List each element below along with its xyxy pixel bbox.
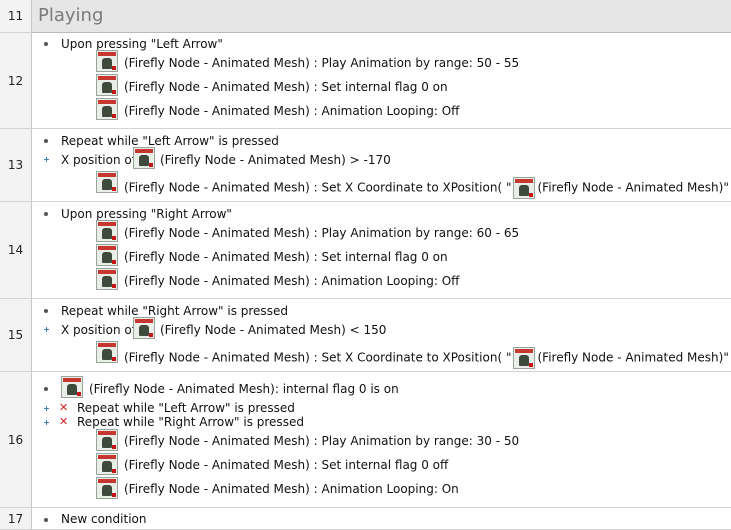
action-text[interactable]: (Firefly Node - Animated Mesh) : Animati… xyxy=(124,482,459,496)
negation-x-icon: ✕ xyxy=(59,415,69,428)
action-text[interactable]: (Firefly Node - Animated Mesh) : Set int… xyxy=(124,458,448,472)
condition-bullet xyxy=(44,518,48,522)
condition-text[interactable]: X position of xyxy=(61,323,136,337)
firefly-animated-mesh-icon xyxy=(96,171,118,193)
action-text[interactable]: (Firefly Node - Animated Mesh) : Set int… xyxy=(124,80,448,94)
row-number: 15 xyxy=(7,328,24,342)
action-text[interactable]: (Firefly Node - Animated Mesh) : Animati… xyxy=(124,274,459,288)
action-text[interactable]: (Firefly Node - Animated Mesh) : Set int… xyxy=(124,250,448,264)
row-number: 12 xyxy=(7,73,24,88)
firefly-animated-mesh-icon xyxy=(96,268,118,290)
condition-text[interactable]: (Firefly Node - Animated Mesh) > -170 xyxy=(160,153,391,167)
firefly-animated-mesh-icon xyxy=(96,477,118,499)
firefly-animated-mesh-icon xyxy=(96,74,118,96)
condition-bullet xyxy=(44,387,48,391)
row-number: 16 xyxy=(7,432,24,447)
condition-text[interactable]: Upon pressing "Right Arrow" xyxy=(61,207,232,221)
plus-marker-icon xyxy=(44,420,49,425)
plus-marker-icon xyxy=(44,327,49,332)
plus-marker-icon xyxy=(44,406,49,411)
action-text[interactable]: (Firefly Node - Animated Mesh) : Play An… xyxy=(124,434,519,448)
firefly-animated-mesh-icon xyxy=(513,177,536,199)
row-number-17: 17 xyxy=(0,508,32,530)
action-text[interactable]: (Firefly Node - Animated Mesh) : Play An… xyxy=(124,56,519,70)
row-number-12: 12 xyxy=(0,33,32,129)
firefly-animated-mesh-icon xyxy=(96,244,118,266)
firefly-animated-mesh-icon xyxy=(96,341,118,363)
condition-text[interactable]: (Firefly Node - Animated Mesh): internal… xyxy=(89,382,399,396)
firefly-animated-mesh-icon xyxy=(96,453,118,475)
row-number: 13 xyxy=(7,158,24,172)
firefly-animated-mesh-icon xyxy=(133,147,155,169)
row-number: 11 xyxy=(7,9,24,23)
condition-bullet xyxy=(44,212,48,216)
firefly-animated-mesh-icon xyxy=(513,347,536,369)
firefly-animated-mesh-icon xyxy=(133,317,155,339)
firefly-animated-mesh-icon xyxy=(96,220,118,242)
firefly-animated-mesh-icon xyxy=(96,429,118,451)
condition-bullet xyxy=(44,309,48,313)
condition-text[interactable]: Repeat while "Left Arrow" is pressed xyxy=(61,134,279,148)
group-title: Playing xyxy=(38,5,104,26)
condition-text[interactable]: X position of xyxy=(61,153,136,167)
negation-x-icon: ✕ xyxy=(59,401,69,414)
row-number: 14 xyxy=(7,243,24,257)
condition-text[interactable]: (Firefly Node - Animated Mesh) < 150 xyxy=(160,323,386,337)
row-number-14: 14 xyxy=(0,202,32,299)
condition-text[interactable]: Upon pressing "Left Arrow" xyxy=(61,37,223,51)
event-sheet: 11 Playing 12 Upon pressing "Left Arrow"… xyxy=(0,0,731,530)
condition-text[interactable]: Repeat while "Left Arrow" is pressed xyxy=(77,401,295,415)
condition-bullet xyxy=(44,139,48,143)
firefly-animated-mesh-icon xyxy=(96,50,118,72)
firefly-animated-mesh-icon xyxy=(61,376,83,398)
condition-bullet xyxy=(44,42,48,46)
row-number-11: 11 xyxy=(0,0,32,33)
condition-text[interactable]: Repeat while "Right Arrow" is pressed xyxy=(61,304,288,318)
action-text[interactable]: (Firefly Node - Animated Mesh) : Set X C… xyxy=(124,347,731,369)
action-text[interactable]: (Firefly Node - Animated Mesh) : Animati… xyxy=(124,104,459,118)
row-number: 17 xyxy=(7,511,24,526)
action-text[interactable]: (Firefly Node - Animated Mesh) : Set X C… xyxy=(124,177,731,199)
row-number-15: 15 xyxy=(0,299,32,372)
firefly-animated-mesh-icon xyxy=(96,98,118,120)
condition-text[interactable]: Repeat while "Right Arrow" is pressed xyxy=(77,415,304,429)
plus-marker-icon xyxy=(44,157,49,162)
row-number-16: 16 xyxy=(0,372,32,508)
action-text[interactable]: (Firefly Node - Animated Mesh) : Play An… xyxy=(124,226,519,240)
new-condition-link[interactable]: New condition xyxy=(61,512,146,526)
group-header-playing[interactable]: Playing xyxy=(32,0,731,33)
row-number-13: 13 xyxy=(0,129,32,202)
